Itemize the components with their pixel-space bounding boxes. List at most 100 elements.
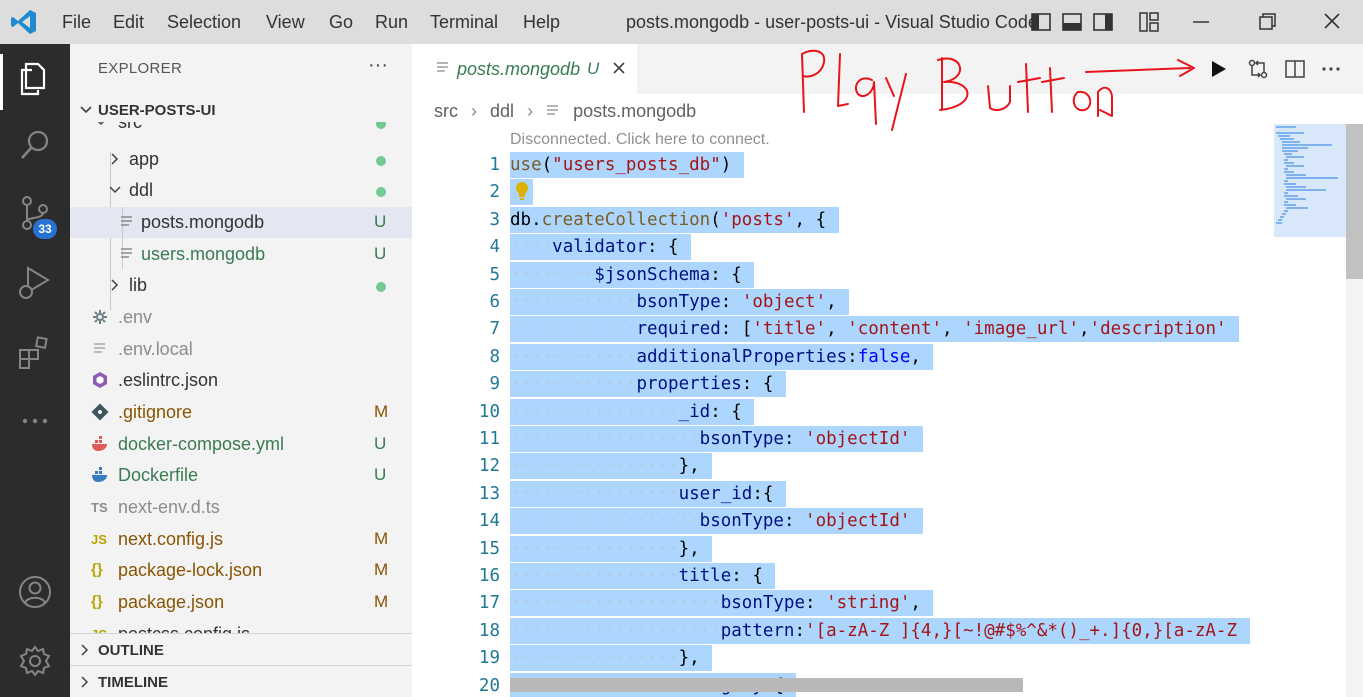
tree-file-dockerfile[interactable]: Dockerfile U xyxy=(70,460,412,491)
toggle-primary-sidebar-icon[interactable] xyxy=(1030,11,1052,33)
code-line[interactable]: 7 ············required: ['title', 'conten… xyxy=(412,316,1272,343)
menu-help[interactable]: Help xyxy=(523,12,560,33)
chevron-down-icon xyxy=(97,122,105,126)
code-line[interactable]: 6 ············bsonType: 'object', xyxy=(412,289,1272,316)
split-editor-icon[interactable] xyxy=(1284,58,1306,80)
file-lines-icon xyxy=(121,248,132,258)
breadcrumb-ddl[interactable]: ddl xyxy=(490,101,514,122)
code-text: use("users_posts_db") xyxy=(510,155,732,175)
tree-label: .env xyxy=(118,307,153,327)
tree-file-docker-compose[interactable]: docker-compose.yml U xyxy=(70,429,412,460)
connect-codelens[interactable]: Disconnected. Click here to connect. xyxy=(510,131,770,149)
toggle-secondary-sidebar-icon[interactable] xyxy=(1092,11,1114,33)
more-actions-icon[interactable] xyxy=(1320,58,1342,80)
menu-go[interactable]: Go xyxy=(329,12,353,33)
code-line[interactable]: 17 ····················bsonType: 'string'… xyxy=(412,590,1272,617)
code-line[interactable]: 5 ········$jsonSchema: { xyxy=(412,261,1272,289)
vscode-logo-icon[interactable] xyxy=(10,8,38,36)
code-line[interactable]: 18 ····················pattern:'[a-zA-Z ]… xyxy=(412,617,1272,645)
breadcrumb-file[interactable]: posts.mongodb xyxy=(573,101,696,122)
line-number: 14 xyxy=(478,511,500,532)
minimap[interactable] xyxy=(1274,124,1346,244)
tree-folder-app[interactable]: app xyxy=(70,144,412,175)
tree-file-env[interactable]: .env xyxy=(70,302,412,333)
menu-run[interactable]: Run xyxy=(375,12,408,33)
chevron-right-icon xyxy=(111,153,119,165)
git-status-modified: M xyxy=(374,592,389,611)
tree-file-package-json[interactable]: {} package.json M xyxy=(70,587,412,618)
close-icon[interactable] xyxy=(611,60,627,76)
code-line[interactable]: 8 ············additionalProperties:false, xyxy=(412,343,1272,371)
tree-label: posts.mongodb xyxy=(141,212,265,232)
menu-terminal[interactable]: Terminal xyxy=(430,12,498,33)
more-views-icon[interactable] xyxy=(14,400,56,442)
tree-file-next-env[interactable]: TS next-env.d.ts xyxy=(70,492,412,523)
explorer-icon[interactable] xyxy=(14,56,56,98)
timeline-label: TIMELINE xyxy=(98,674,168,691)
vertical-scrollbar[interactable] xyxy=(1346,124,1363,697)
code-line[interactable]: 12 ················}, xyxy=(412,453,1272,480)
vertical-scrollbar-thumb[interactable] xyxy=(1346,124,1363,279)
tree-file-next-config[interactable]: JS next.config.js M xyxy=(70,524,412,555)
minimize-icon[interactable] xyxy=(1186,8,1216,36)
compare-changes-icon[interactable] xyxy=(1247,58,1269,80)
line-number: 10 xyxy=(478,401,500,422)
explorer-more-actions-icon[interactable]: ··· xyxy=(368,54,388,77)
tab-label: posts.mongodb xyxy=(457,59,581,79)
code-line[interactable]: 10 ················_id: { xyxy=(412,398,1272,426)
tree-file-users-mongodb[interactable]: users.mongodb U xyxy=(70,239,412,270)
tree-file-gitignore[interactable]: .gitignore M xyxy=(70,397,412,428)
menu-edit[interactable]: Edit xyxy=(113,12,144,33)
workspace-root-folder[interactable]: USER-POSTS-UI xyxy=(70,100,412,122)
typescript-icon: TS xyxy=(91,500,108,515)
chevron-right-icon xyxy=(111,279,119,291)
play-run-icon[interactable] xyxy=(1207,58,1229,80)
tree-file-posts-mongodb[interactable]: posts.mongodb U xyxy=(70,207,412,269)
timeline-section-header[interactable]: TIMELINE xyxy=(70,665,412,697)
code-line[interactable]: 13 ················user_id:{ xyxy=(412,480,1272,508)
code-editor[interactable]: 1 use("users_posts_db") 2 3 db.createCollect… xyxy=(412,152,1272,697)
menu-file[interactable]: File xyxy=(62,12,91,33)
line-number: 13 xyxy=(478,483,500,504)
code-line[interactable]: 3 db.createCollection('posts', { xyxy=(412,206,1272,234)
lightbulb-icon[interactable] xyxy=(514,181,530,201)
code-line[interactable]: 1 use("users_posts_db") xyxy=(412,152,1272,179)
restore-icon[interactable] xyxy=(1252,8,1282,36)
tree-label: .env.local xyxy=(118,339,193,359)
tree-folder-src[interactable]: src xyxy=(70,122,412,138)
code-line[interactable]: 15 ················}, xyxy=(412,535,1272,563)
code-line[interactable]: 9 ············properties: { xyxy=(412,371,1272,398)
menu-selection[interactable]: Selection xyxy=(167,12,241,33)
code-line[interactable]: 2 xyxy=(412,179,1272,206)
extensions-icon[interactable] xyxy=(14,330,56,372)
code-text: ················user_id:{ xyxy=(510,483,774,504)
line-number: 17 xyxy=(478,593,500,614)
close-window-icon[interactable] xyxy=(1317,8,1347,36)
manage-gear-icon[interactable] xyxy=(14,640,56,682)
tree-folder-ddl[interactable]: ddl xyxy=(70,175,412,206)
customize-layout-icon[interactable] xyxy=(1138,11,1160,33)
tree-file-eslintrc[interactable]: .eslintrc.json xyxy=(70,365,412,396)
code-line[interactable]: 11 ··················bsonType: 'objectId' xyxy=(412,426,1272,453)
gear-icon xyxy=(93,310,107,324)
run-debug-icon[interactable] xyxy=(14,260,56,302)
search-icon[interactable] xyxy=(14,124,56,166)
tree-file-env-local[interactable]: .env.local xyxy=(70,334,412,365)
toggle-panel-icon[interactable] xyxy=(1061,11,1083,33)
outline-section-header[interactable]: OUTLINE xyxy=(70,633,412,665)
horizontal-scrollbar-thumb[interactable] xyxy=(510,678,1023,692)
code-line[interactable]: 4 ····validator: { xyxy=(412,234,1272,261)
modified-dot xyxy=(376,187,386,197)
code-text: ················}, xyxy=(510,538,700,559)
tree-file-package-lock[interactable]: {} package-lock.json M xyxy=(70,555,412,586)
breadcrumb-src[interactable]: src xyxy=(434,101,458,122)
tab-posts-mongodb[interactable]: posts.mongodb U xyxy=(412,44,637,94)
git-status-untracked: U xyxy=(374,244,387,263)
accounts-icon[interactable] xyxy=(14,571,56,613)
code-line[interactable]: 14 ··················bsonType: 'objectId' xyxy=(412,508,1272,535)
tree-label: Dockerfile xyxy=(118,465,199,485)
code-line[interactable]: 19 ················}, xyxy=(412,645,1272,672)
tree-folder-lib[interactable]: lib xyxy=(70,270,412,301)
code-line[interactable]: 16 ················title: { xyxy=(412,563,1272,590)
menu-view[interactable]: View xyxy=(266,12,305,33)
